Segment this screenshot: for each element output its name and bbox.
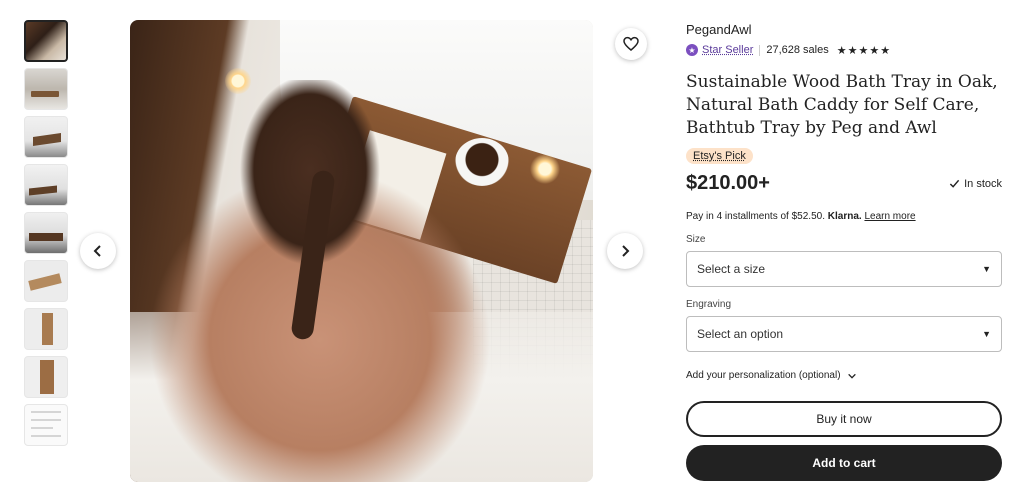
- caret-down-icon: ▼: [982, 264, 991, 274]
- engraving-label: Engraving: [686, 299, 732, 310]
- thumbnail-2[interactable]: [24, 68, 68, 110]
- engraving-select[interactable]: Select an option ▼: [686, 316, 1002, 352]
- rating-stars-icon[interactable]: ★★★★★: [837, 44, 891, 57]
- chevron-down-icon: [847, 373, 856, 379]
- personalization-label: Add your personalization (optional): [686, 370, 841, 381]
- star-seller-label[interactable]: Star Seller: [702, 44, 753, 56]
- previous-image-button[interactable]: [80, 233, 116, 269]
- star-seller-icon: ★: [686, 44, 698, 56]
- size-select[interactable]: Select a size ▼: [686, 251, 1002, 287]
- image-person: [150, 80, 510, 482]
- product-price: $210.00+: [686, 172, 770, 194]
- favorite-button[interactable]: [615, 28, 647, 60]
- etsys-pick-badge[interactable]: Etsy's Pick: [686, 148, 753, 164]
- thumbnail-5[interactable]: [24, 212, 68, 254]
- thumbnail-3[interactable]: [24, 116, 68, 158]
- installments-text: Pay in 4 installments of $52.50.: [686, 211, 825, 222]
- checkmark-icon: [949, 179, 960, 188]
- size-select-value: Select a size: [697, 262, 766, 276]
- chevron-left-icon: [93, 245, 101, 257]
- thumbnail-6[interactable]: [24, 260, 68, 302]
- add-to-cart-button[interactable]: Add to cart: [686, 445, 1002, 481]
- size-label: Size: [686, 234, 706, 245]
- stock-label: In stock: [964, 177, 1002, 190]
- shop-name-link[interactable]: PegandAwl: [686, 22, 1002, 38]
- next-image-button[interactable]: [607, 233, 643, 269]
- personalization-toggle[interactable]: Add your personalization (optional): [686, 370, 1002, 381]
- stock-status: In stock: [949, 178, 1002, 190]
- engraving-select-value: Select an option: [697, 327, 784, 341]
- price-row: $210.00+ In stock: [686, 172, 1002, 195]
- image-candle: [530, 154, 560, 184]
- installments-info: Pay in 4 installments of $52.50. Klarna.…: [686, 211, 1002, 222]
- heart-icon: [623, 36, 639, 51]
- thumbnail-1[interactable]: [24, 20, 68, 62]
- thumbnail-7[interactable]: [24, 308, 68, 350]
- thumbnail-list: [24, 20, 68, 452]
- chevron-right-icon: [622, 245, 630, 257]
- learn-more-link[interactable]: Learn more: [864, 211, 915, 222]
- thumbnail-4[interactable]: [24, 164, 68, 206]
- buy-it-now-button[interactable]: Buy it now: [686, 401, 1002, 437]
- caret-down-icon: ▼: [982, 329, 991, 339]
- sales-count: 27,628 sales: [766, 44, 829, 56]
- thumbnail-9[interactable]: [24, 404, 68, 446]
- product-title: Sustainable Wood Bath Tray in Oak, Natur…: [686, 72, 998, 138]
- thumbnail-8[interactable]: [24, 356, 68, 398]
- main-product-image[interactable]: [130, 20, 593, 482]
- klarna-label: Klarna.: [827, 211, 862, 222]
- seller-row: ★ Star Seller 27,628 sales ★★★★★: [686, 41, 1002, 59]
- divider: [759, 44, 761, 56]
- product-info-panel: PegandAwl ★ Star Seller 27,628 sales ★★★…: [686, 22, 1002, 481]
